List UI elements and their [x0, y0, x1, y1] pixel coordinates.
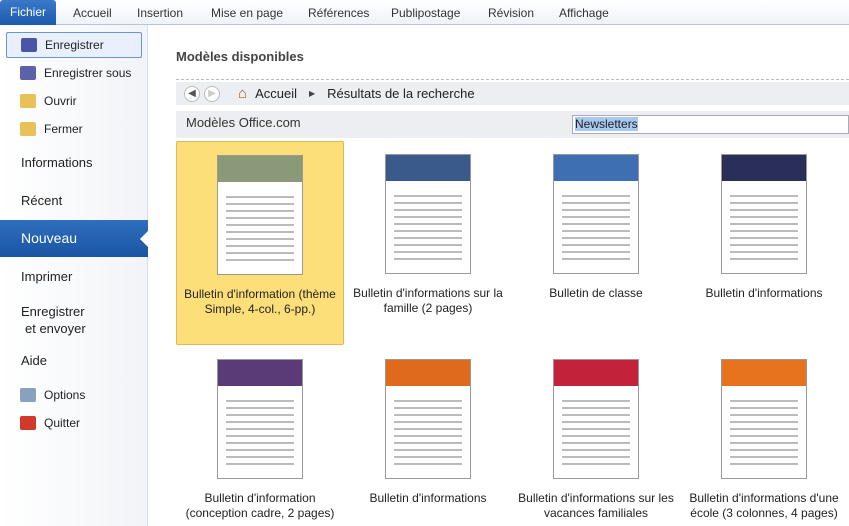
tab-mise-en-page[interactable]: Mise en page: [211, 4, 283, 25]
floppy-disk-icon: [21, 38, 37, 52]
ribbon-tabs: Fichier Accueil Insertion Mise en page R…: [0, 0, 849, 25]
tab-revision[interactable]: Révision: [488, 4, 534, 25]
template-label: Bulletin d'information (conception cadre…: [185, 491, 335, 520]
open-button[interactable]: Ouvrir: [6, 88, 142, 114]
save-as-button[interactable]: Enregistrer sous: [6, 60, 142, 86]
template-label: Bulletin de classe: [549, 286, 643, 300]
sidebar-item-recent[interactable]: Récent: [21, 193, 62, 208]
tab-references[interactable]: Références: [308, 4, 369, 25]
search-input[interactable]: Newsletters: [572, 115, 849, 134]
template-label: Bulletin d'informations sur les vacances…: [518, 491, 674, 520]
sidebar-item-imprimer[interactable]: Imprimer: [21, 269, 72, 284]
template-label: Bulletin d'information (thème Simple, 4-…: [184, 287, 336, 316]
tab-insertion[interactable]: Insertion: [137, 4, 183, 25]
options-label: Options: [44, 388, 86, 402]
close-folder-icon: [20, 122, 36, 136]
options-button[interactable]: Options: [6, 382, 142, 408]
sidebar-item-informations[interactable]: Informations: [21, 155, 93, 170]
send-label-2: et envoyer: [25, 321, 86, 336]
template-thumbnail: [721, 154, 807, 274]
backstage-sidebar: Enregistrer Enregistrer sous Ouvrir Ferm…: [0, 25, 149, 526]
template-thumbnail: [385, 154, 471, 274]
tab-accueil[interactable]: Accueil: [73, 4, 112, 25]
chevron-right-icon: ▶: [308, 89, 316, 98]
page-title: Modèles disponibles: [176, 49, 304, 64]
open-folder-icon: [20, 94, 36, 108]
template-thumbnail: [385, 359, 471, 479]
template-thumbnail: [217, 359, 303, 479]
breadcrumb: ◀ ▶ ⌂ Accueil ▶ Résultats de la recherch…: [176, 82, 849, 105]
save-label: Enregistrer: [45, 38, 104, 52]
template-tile[interactable]: Bulletin de classe: [512, 141, 680, 345]
close-button[interactable]: Fermer: [6, 116, 142, 142]
main-panel: Modèles disponibles ◀ ▶ ⌂ Accueil ▶ Résu…: [149, 25, 849, 526]
tab-affichage[interactable]: Affichage: [559, 4, 609, 25]
breadcrumb-home[interactable]: Accueil: [255, 86, 297, 101]
template-tile[interactable]: Bulletin d'informations: [680, 141, 848, 345]
close-label: Fermer: [44, 122, 83, 136]
back-arrow-icon[interactable]: ◀: [184, 85, 200, 102]
template-tile[interactable]: Bulletin d'informations: [344, 350, 512, 526]
source-label: Modèles Office.com: [186, 115, 301, 130]
save-as-icon: [20, 66, 36, 80]
options-icon: [20, 388, 36, 402]
template-thumbnail: [553, 154, 639, 274]
tab-publipostage[interactable]: Publipostage: [391, 4, 460, 25]
home-icon[interactable]: ⌂: [238, 85, 247, 102]
template-tile[interactable]: Bulletin d'informations sur la famille (…: [344, 141, 512, 345]
template-tile[interactable]: Bulletin d'information (thème Simple, 4-…: [176, 141, 344, 345]
save-as-label: Enregistrer sous: [44, 66, 132, 80]
template-label: Bulletin d'informations: [705, 286, 823, 300]
sidebar-item-enregistrer-envoyer[interactable]: Enregistrer et envoyer: [21, 303, 86, 337]
sidebar-item-aide[interactable]: Aide: [21, 353, 47, 368]
open-label: Ouvrir: [44, 94, 77, 108]
template-thumbnail: [217, 155, 303, 275]
divider: [176, 79, 849, 80]
sidebar-item-nouveau[interactable]: Nouveau: [0, 220, 149, 257]
quit-icon: [20, 416, 36, 430]
template-thumbnail: [553, 359, 639, 479]
template-tile[interactable]: Bulletin d'information (conception cadre…: [176, 350, 344, 526]
search-value: Newsletters: [575, 117, 638, 131]
template-label: Bulletin d'informations d'une école (3 c…: [689, 491, 839, 520]
tab-fichier[interactable]: Fichier: [0, 0, 56, 25]
send-label-1: Enregistrer: [21, 304, 85, 319]
template-label: Bulletin d'informations sur la famille (…: [353, 286, 503, 315]
template-tile[interactable]: Bulletin d'informations d'une école (3 c…: [680, 350, 848, 526]
breadcrumb-current: Résultats de la recherche: [327, 86, 475, 101]
save-button[interactable]: Enregistrer: [6, 32, 142, 58]
template-label: Bulletin d'informations: [369, 491, 487, 505]
template-tile[interactable]: Bulletin d'informations sur les vacances…: [512, 350, 680, 526]
template-thumbnail: [721, 359, 807, 479]
quit-label: Quitter: [44, 416, 81, 430]
quit-button[interactable]: Quitter: [6, 410, 142, 436]
forward-arrow-icon[interactable]: ▶: [204, 85, 220, 102]
